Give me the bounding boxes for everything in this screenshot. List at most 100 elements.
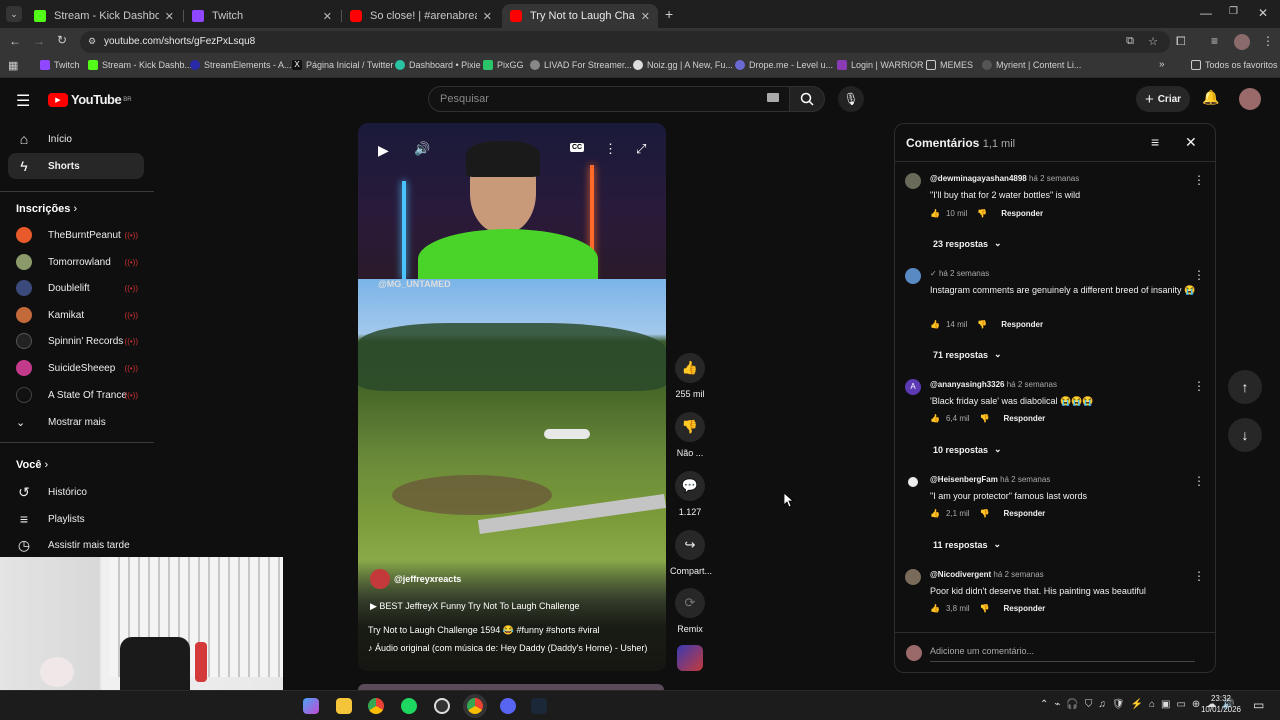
like-icon[interactable]: 👍 <box>930 604 940 613</box>
short-video-player[interactable]: ▶ 🔊 CC ⋮ ⤢ @MG_UNTAMED @jeffreyxreacts ▶… <box>358 123 666 671</box>
bookmark-kick[interactable]: Stream - Kick Dashb... <box>88 60 192 70</box>
show-more-button[interactable]: ⌄ Mostrar mais <box>16 411 140 433</box>
sound-thumbnail[interactable] <box>677 645 703 671</box>
subscription-item[interactable]: Spinnin' Records ((•)) <box>16 330 140 352</box>
user-avatar[interactable] <box>905 173 921 189</box>
voice-search-button[interactable]: 🎙 <box>838 86 864 112</box>
user-avatar[interactable] <box>905 569 921 585</box>
dislike-icon[interactable]: 👎 <box>980 414 990 423</box>
playlist-link[interactable]: ▶ BEST JeffreyX Funny Try Not To Laugh C… <box>370 601 580 612</box>
comment-menu-icon[interactable]: ⋮ <box>1193 173 1205 187</box>
youtube-logo[interactable]: ▶ YouTube BR <box>48 92 132 107</box>
more-bookmarks-icon[interactable]: » <box>1159 59 1165 70</box>
volume-icon[interactable]: 🔊 <box>414 141 430 157</box>
search-input[interactable]: Pesquisar <box>428 86 790 112</box>
reload-icon[interactable]: ↻ <box>57 33 67 47</box>
subscription-item[interactable]: Doublelift ((•)) <box>16 277 140 299</box>
user-avatar[interactable] <box>905 268 921 284</box>
user-avatar[interactable]: A <box>905 379 921 395</box>
replies-toggle[interactable]: 10 respostas ⌄ <box>933 444 1002 455</box>
tab-twitch[interactable]: Twitch ✕ <box>184 4 340 28</box>
bookmark-pixie[interactable]: Dashboard • Pixie <box>395 60 481 70</box>
previous-short-button[interactable]: ↑ <box>1228 370 1262 404</box>
forward-icon[interactable]: → <box>33 34 45 48</box>
media-icon[interactable]: ≡ <box>1211 34 1218 48</box>
bookmark-twitch[interactable]: Twitch <box>40 60 80 70</box>
tab-search-icon[interactable]: ⌄ <box>6 6 22 22</box>
menu-icon[interactable]: ⋮ <box>1262 34 1274 48</box>
dislike-icon[interactable]: 👎 <box>977 209 987 218</box>
close-icon[interactable]: ✕ <box>1185 134 1197 151</box>
replies-toggle[interactable]: 23 respostas ⌄ <box>933 238 1002 249</box>
address-bar[interactable]: ⚙ youtube.com/shorts/gFezPxLsqu8 ⧉ ☆ <box>80 31 1170 53</box>
replies-toggle[interactable]: 11 respostas ⌄ <box>933 539 1001 550</box>
back-icon[interactable]: ← <box>9 34 21 48</box>
bookmark-memes[interactable]: MEMES <box>926 60 973 70</box>
search-button[interactable] <box>789 86 825 112</box>
sidebar-item-home[interactable]: ⌂ Início <box>8 126 144 152</box>
minimize-icon[interactable]: — <box>1200 6 1212 20</box>
apps-icon[interactable]: ▦ <box>8 59 18 72</box>
reply-button[interactable]: Responder <box>1004 414 1046 423</box>
obs-icon[interactable] <box>434 698 450 714</box>
hamburger-menu-icon[interactable]: ☰ <box>16 91 30 111</box>
bookmark-star-icon[interactable]: ☆ <box>1148 35 1158 48</box>
sidebar-item-playlists[interactable]: ≡ Playlists <box>8 506 144 532</box>
tab-kick[interactable]: Stream - Kick Dashboard ✕ <box>26 4 182 28</box>
discord-icon[interactable] <box>500 698 516 714</box>
create-button[interactable]: + Criar <box>1136 86 1190 112</box>
sidebar-item-watch-later[interactable]: ◷ Assistir mais tarde <box>8 532 144 558</box>
reply-button[interactable]: Responder <box>1001 320 1043 329</box>
subscription-item[interactable]: Tomorrowland ((•)) <box>16 251 140 273</box>
reply-button[interactable]: Responder <box>1001 209 1043 218</box>
dislike-icon[interactable]: 👎 <box>980 604 990 613</box>
site-info-icon[interactable]: ⚙ <box>88 36 96 47</box>
you-header[interactable]: Você › <box>16 459 48 471</box>
clock[interactable]: 23:32 10/01/2026 <box>1196 693 1246 715</box>
dislike-icon[interactable]: 👎 <box>977 320 987 329</box>
reply-button[interactable]: Responder <box>1004 604 1046 613</box>
dislike-icon[interactable]: 👎 <box>980 509 990 518</box>
bookmark-warrior[interactable]: Login | WARRIOR <box>837 60 924 70</box>
like-icon[interactable]: 👍 <box>930 414 940 423</box>
subscription-item[interactable]: Kamikat ((•)) <box>16 304 140 326</box>
notification-center-icon[interactable]: ▭ <box>1253 698 1264 712</box>
like-button[interactable]: 👍 255 mil <box>670 353 710 399</box>
close-window-icon[interactable]: ✕ <box>1258 6 1268 20</box>
comments-button[interactable]: 💬 1.127 <box>670 471 710 517</box>
fullscreen-icon[interactable]: ⤢ <box>636 141 646 157</box>
bookmark-twitter[interactable]: X Página Inicial / Twitter <box>292 60 393 70</box>
copilot-icon[interactable] <box>303 698 319 714</box>
chrome-active-icon[interactable] <box>467 698 483 714</box>
play-icon[interactable]: ▶ <box>378 142 389 159</box>
user-avatar[interactable] <box>905 474 921 490</box>
next-short-button[interactable]: ↓ <box>1228 418 1262 452</box>
close-tab-icon[interactable]: ✕ <box>641 10 650 23</box>
keyboard-icon[interactable] <box>767 93 779 102</box>
reply-button[interactable]: Responder <box>1004 509 1046 518</box>
steam-icon[interactable] <box>531 698 547 714</box>
cast-icon[interactable]: ⧉ <box>1126 35 1134 48</box>
subscription-item[interactable]: A State Of Trance ((•)) <box>16 384 140 406</box>
share-button[interactable]: ↪ Compart... <box>670 530 712 576</box>
comment-menu-icon[interactable]: ⋮ <box>1193 569 1205 583</box>
close-tab-icon[interactable]: ✕ <box>483 10 492 23</box>
chrome-icon[interactable] <box>368 698 384 714</box>
sidebar-item-history[interactable]: ↺ Histórico <box>8 479 144 505</box>
more-options-icon[interactable]: ⋮ <box>604 141 617 157</box>
dislike-button[interactable]: 👎 Não ... <box>670 412 710 458</box>
replies-toggle[interactable]: 71 respostas ⌄ <box>933 349 1002 360</box>
tab-active-short[interactable]: Try Not to Laugh Challenge 159 ✕ <box>502 4 658 28</box>
subscriptions-header[interactable]: Inscrições › <box>16 203 77 215</box>
remix-button[interactable]: ⟳ Remix <box>670 588 710 634</box>
tab-arena[interactable]: So close! | #arenabreakoutinfini ✕ <box>342 4 500 28</box>
bookmark-livad[interactable]: LIVAD For Streamer... <box>530 60 632 70</box>
file-explorer-icon[interactable] <box>336 698 352 714</box>
sidebar-item-shorts[interactable]: ϟ Shorts <box>8 153 144 179</box>
close-tab-icon[interactable]: ✕ <box>323 10 332 23</box>
bookmark-noiz[interactable]: Noiz.gg | A New, Fu... <box>633 60 733 70</box>
add-comment-input[interactable]: Adicione um comentário... <box>930 642 1195 662</box>
bookmark-drope[interactable]: Drope.me - Level u... <box>735 60 833 70</box>
captions-icon[interactable]: CC <box>570 143 585 152</box>
all-favorites[interactable]: Todos os favoritos <box>1191 60 1278 70</box>
